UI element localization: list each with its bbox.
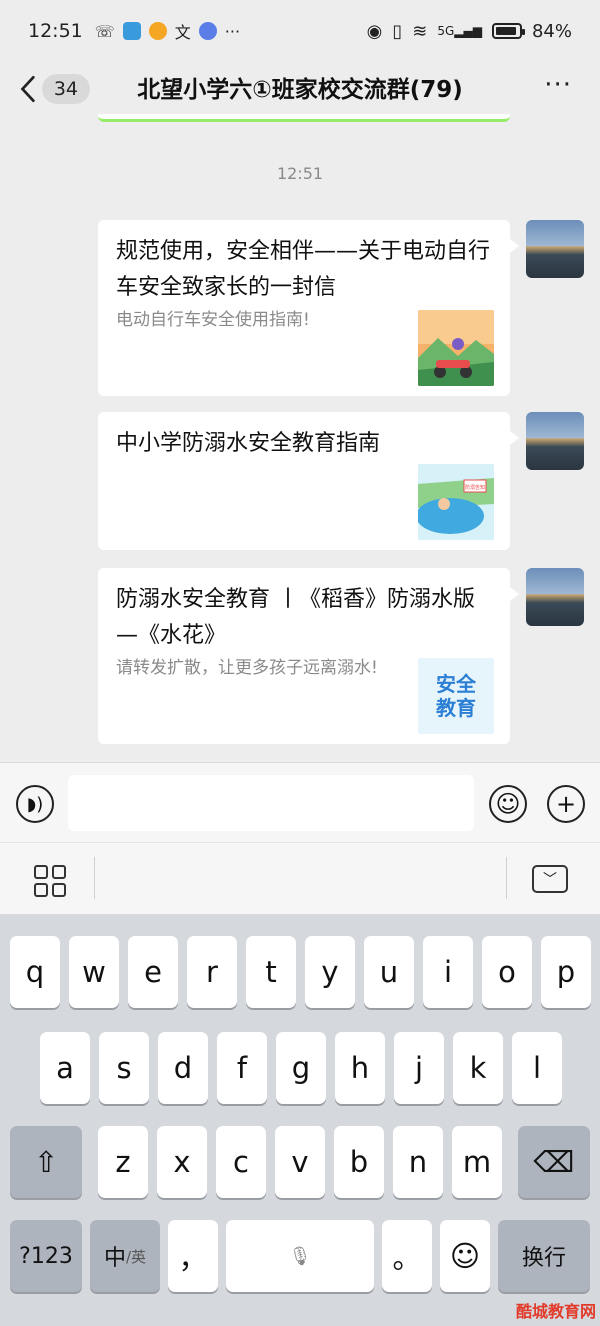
chevron-left-icon: [20, 75, 35, 103]
language-switch-key[interactable]: 中/英: [90, 1220, 160, 1292]
key-x[interactable]: x: [157, 1126, 207, 1198]
key-q[interactable]: q: [10, 936, 60, 1008]
message-input[interactable]: [68, 775, 474, 831]
chat-title: 北望小学六①班家校交流群(79): [137, 77, 463, 103]
key-z[interactable]: z: [98, 1126, 148, 1198]
key-a[interactable]: a: [40, 1032, 90, 1104]
key-n[interactable]: n: [393, 1126, 443, 1198]
key-k[interactable]: k: [453, 1032, 503, 1104]
status-time: 12:51: [28, 20, 83, 42]
key-s[interactable]: s: [99, 1032, 149, 1104]
card-title: 中小学防溺水安全教育指南: [116, 431, 381, 456]
key-h[interactable]: h: [335, 1032, 385, 1104]
vibrate-icon: ▯: [392, 20, 403, 42]
emoji-key[interactable]: ☺: [440, 1220, 490, 1292]
music-app-icon: [198, 22, 217, 40]
voice-button[interactable]: ◗): [16, 785, 54, 823]
card-title: 规范使用，安全相伴——关于电动自行车安全致家长的一封信: [116, 239, 491, 300]
card-title: 防溺水安全教育 丨《稻香》防溺水版—《水花》: [116, 587, 475, 648]
watermark: 酷城教育网: [515, 1304, 596, 1321]
key-m[interactable]: m: [452, 1126, 502, 1198]
key-d[interactable]: d: [158, 1032, 208, 1104]
wifi-icon: ≋: [412, 20, 428, 42]
key-j[interactable]: j: [394, 1032, 444, 1104]
previous-message-edge: [98, 114, 510, 122]
card-description: 请转发扩散，让更多孩子远离溺水!: [116, 658, 378, 678]
key-b[interactable]: b: [334, 1126, 384, 1198]
missed-call-icon: ☏: [94, 21, 115, 41]
keyboard: qwertyuiop asdfghjkl zxcvbnm ⇧ ⌫ ?123 中 /…: [0, 914, 600, 1326]
shift-key[interactable]: ⇧: [10, 1126, 82, 1198]
battery-icon: [491, 23, 525, 39]
status-bar: 12:51 ☏ 文 ··· ◉ ▯ ≋ 5G▂▄▆ 84%: [0, 0, 600, 62]
translate-icon: 文: [174, 23, 191, 42]
chat-timestamp: 12:51: [276, 164, 324, 183]
period-key[interactable]: 。: [382, 1220, 432, 1292]
key-l[interactable]: l: [512, 1032, 562, 1104]
card-description: 电动自行车安全使用指南!: [116, 310, 310, 330]
number-mode-key[interactable]: ?123: [10, 1220, 82, 1292]
notification-icons: ☏ 文 ···: [95, 19, 240, 43]
link-card-water-song[interactable]: 防溺水安全教育 丨《稻香》防溺水版—《水花》 请转发扩散，让更多孩子远离溺水! …: [98, 568, 519, 744]
signal-icon: 5G▂▄▆: [437, 24, 482, 38]
key-g[interactable]: g: [276, 1032, 326, 1104]
safety-education-thumbnail: 安全教育: [418, 658, 494, 734]
back-button[interactable]: 34: [18, 68, 90, 110]
ebike-thumbnail: [418, 310, 494, 386]
chevron-down-icon: ﹀: [543, 872, 557, 888]
backspace-icon: ⌫: [533, 1145, 575, 1179]
eye-icon: ◉: [366, 20, 383, 42]
add-button[interactable]: +: [547, 785, 585, 823]
enter-key[interactable]: 换行: [498, 1220, 590, 1292]
apps-grid-icon[interactable]: [34, 865, 66, 897]
book-app-icon: [122, 22, 141, 40]
browser-app-icon: [148, 22, 167, 40]
key-t[interactable]: t: [246, 936, 296, 1008]
microphone-icon: 🎙: [288, 1245, 312, 1267]
plus-icon: +: [555, 790, 577, 818]
battery-percent: 84%: [531, 20, 572, 42]
key-y[interactable]: y: [305, 936, 355, 1008]
emoji-icon: ☺: [495, 790, 521, 818]
key-c[interactable]: c: [216, 1126, 266, 1198]
key-v[interactable]: v: [275, 1126, 325, 1198]
chat-header: 北望小学六①班家校交流群(79) 34 ···: [0, 62, 600, 120]
link-card-ebike[interactable]: 规范使用，安全相伴——关于电动自行车安全致家长的一封信 电动自行车安全使用指南!: [98, 220, 519, 396]
unread-badge: 34: [41, 74, 90, 104]
key-u[interactable]: u: [364, 936, 414, 1008]
avatar[interactable]: [526, 220, 584, 278]
link-card-drowning-guide[interactable]: 中小学防溺水安全教育指南 防溺告知: [98, 412, 519, 550]
swimming-thumbnail: 防溺告知: [418, 464, 494, 540]
key-w[interactable]: w: [69, 936, 119, 1008]
backspace-key[interactable]: ⌫: [518, 1126, 590, 1198]
avatar[interactable]: [526, 412, 584, 470]
keyboard-toolbar: ﹀: [0, 842, 600, 914]
emoji-button[interactable]: ☺: [489, 785, 527, 823]
thumbnail-text: 安全教育: [436, 672, 476, 720]
key-e[interactable]: e: [128, 936, 178, 1008]
key-o[interactable]: o: [482, 936, 532, 1008]
key-p[interactable]: p: [541, 936, 591, 1008]
voice-icon: ◗): [26, 793, 44, 815]
key-r[interactable]: r: [187, 936, 237, 1008]
shift-icon: ⇧: [33, 1145, 59, 1179]
collapse-keyboard-button[interactable]: ﹀: [532, 865, 568, 893]
comma-key[interactable]: ，: [168, 1220, 218, 1292]
smiley-icon: ☺: [449, 1239, 481, 1273]
thumbnail-sign: 防溺告知: [465, 484, 485, 491]
avatar[interactable]: [526, 568, 584, 626]
more-options-button[interactable]: ···: [544, 70, 572, 100]
key-i[interactable]: i: [423, 936, 473, 1008]
key-f[interactable]: f: [217, 1032, 267, 1104]
more-notifications-icon: ···: [224, 21, 241, 41]
message-input-bar: ◗) ☺ +: [0, 762, 600, 842]
space-key[interactable]: 🎙: [226, 1220, 374, 1292]
